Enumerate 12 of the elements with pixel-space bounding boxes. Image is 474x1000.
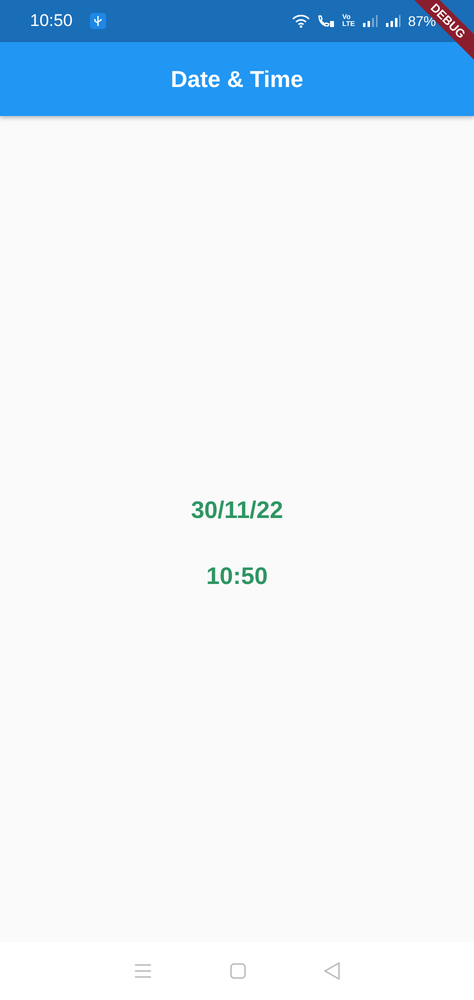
usb-icon bbox=[90, 13, 106, 29]
wifi-icon bbox=[292, 14, 310, 28]
phone-icon bbox=[317, 14, 336, 28]
menu-icon[interactable] bbox=[134, 964, 152, 978]
signal-icon bbox=[362, 15, 378, 27]
date-text: 30/11/22 bbox=[190, 497, 284, 525]
status-time: 10:50 bbox=[30, 11, 73, 31]
app-title: Date & Time bbox=[170, 66, 304, 92]
home-icon[interactable] bbox=[230, 963, 246, 979]
time-text: 10:50 bbox=[206, 563, 268, 591]
back-icon[interactable] bbox=[324, 962, 340, 980]
signal-icon bbox=[384, 15, 401, 27]
